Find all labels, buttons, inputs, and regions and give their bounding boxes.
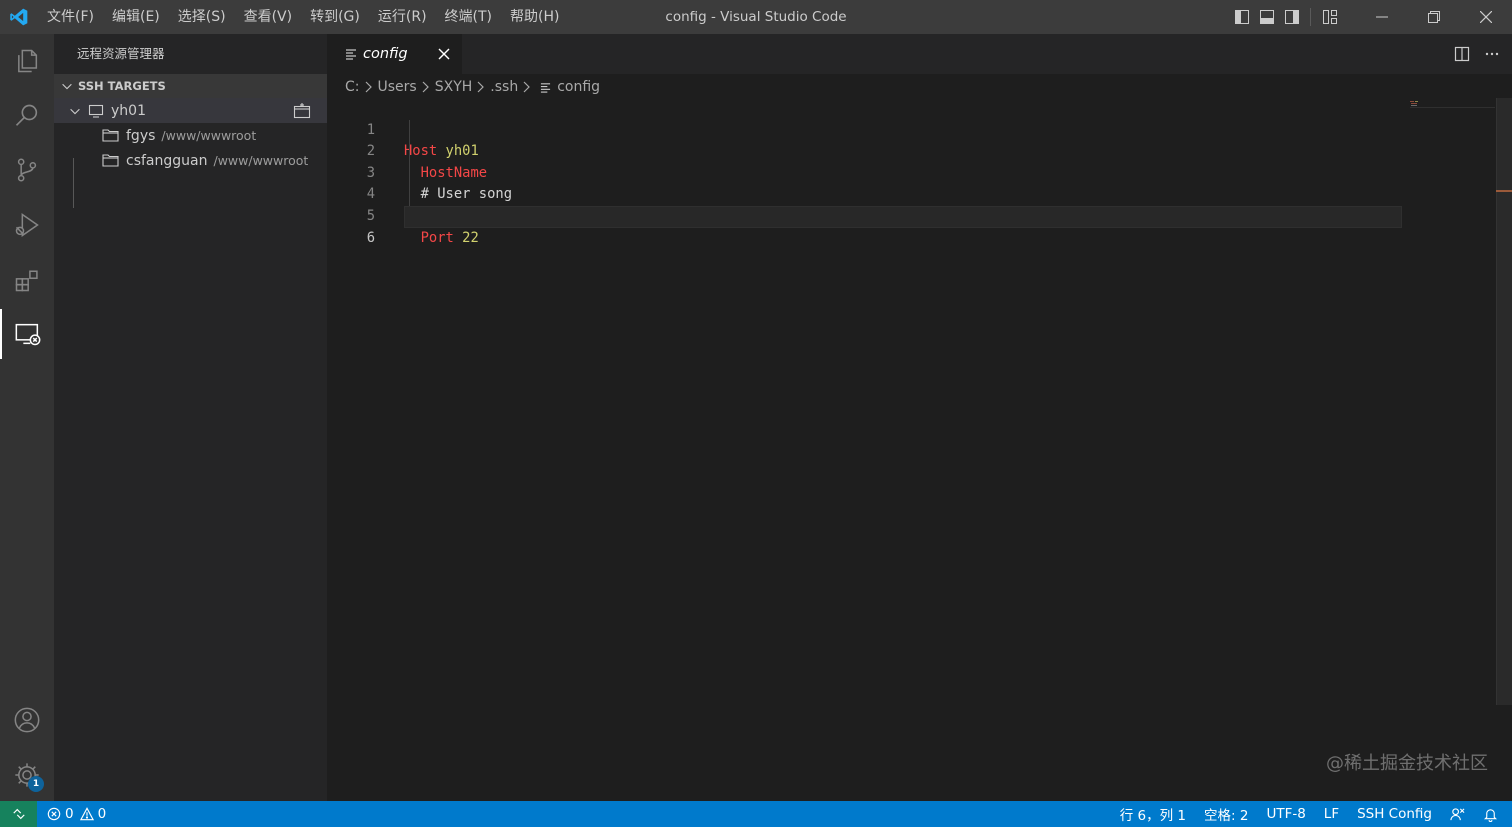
sidebar-remote-explorer: 远程资源管理器 SSH TARGETS yh01 fgys /www/wwwro… [54,34,327,801]
indent-guide [409,120,410,206]
error-count: 0 [65,806,74,822]
warning-count: 0 [97,806,107,822]
ssh-folder-item[interactable]: fgys /www/wwwroot [54,123,327,148]
chevron-right-icon [364,81,374,93]
chevron-down-icon [68,104,82,118]
breadcrumb-item[interactable]: C: [345,79,360,95]
menu-view[interactable]: 查看(V) [235,0,302,34]
code-line: 2 HostName [327,120,1402,181]
warning-icon [79,807,94,821]
menu-selection[interactable]: 选择(S) [169,0,235,34]
chevron-right-icon [421,81,431,93]
file-lines-icon [345,48,357,60]
vertical-scrollbar[interactable] [1496,98,1512,705]
menu-edit[interactable]: 编辑(E) [103,0,169,34]
menu-go[interactable]: 转到(G) [301,0,369,34]
accounts-icon[interactable] [0,695,54,745]
title-bar: 文件(F) 编辑(E) 选择(S) 查看(V) 转到(G) 运行(R) 终端(T… [0,0,1512,34]
folder-path: /www/wwwroot [213,153,309,168]
language-mode[interactable]: SSH Config [1348,806,1441,822]
feedback-icon[interactable] [1441,807,1474,822]
section-ssh-targets[interactable]: SSH TARGETS [54,74,327,98]
file-encoding[interactable]: UTF-8 [1257,806,1314,822]
tab-label: config [363,46,408,62]
customize-layout-icon[interactable] [1317,0,1342,34]
indentation[interactable]: 空格: 2 [1195,804,1257,824]
chevron-right-icon [522,81,532,93]
minimap[interactable] [1407,98,1497,108]
scroll-position-marker [1496,190,1512,192]
minimize-window-icon[interactable] [1356,0,1408,34]
manage-badge: 1 [28,776,44,792]
extensions-icon[interactable] [0,255,54,305]
remote-indicator-icon[interactable] [0,801,37,827]
ssh-folder-item[interactable]: csfangguan /www/wwwroot [54,148,327,173]
folder-path: /www/wwwroot [161,128,257,143]
section-title: SSH TARGETS [78,79,166,93]
breadcrumb-item[interactable]: config [557,79,600,95]
restore-window-icon[interactable] [1408,0,1460,34]
code-editor[interactable]: 1 Host yh01 2 HostName 3 # User song 4 U… [327,98,1512,801]
connect-new-window-icon[interactable] [293,102,311,120]
keyword-token: Port [420,229,454,246]
code-line: 5 Port 22 [327,184,1402,246]
editor-tabs: config [327,34,1512,74]
monitor-icon [88,103,104,119]
menu-help[interactable]: 帮助(H) [501,0,568,34]
menu-run[interactable]: 运行(R) [369,0,436,34]
breadcrumb-item[interactable]: SXYH [435,79,473,95]
chevron-right-icon [476,81,486,93]
breadcrumb-item[interactable]: .ssh [490,79,518,95]
breadcrumb-item[interactable]: Users [378,79,417,95]
remote-explorer-icon[interactable] [0,309,54,359]
explorer-icon[interactable] [0,36,54,86]
error-icon [47,807,61,821]
breadcrumb: C: Users SXYH .ssh config [327,74,1512,100]
folder-label: fgys [126,127,156,144]
cursor-position[interactable]: 行 6，列 1 [1111,804,1195,824]
notifications-bell-icon[interactable] [1474,807,1512,822]
toggle-secondary-sidebar-icon[interactable] [1279,0,1304,34]
menu-terminal[interactable]: 终端(T) [436,0,501,34]
folder-icon [102,128,119,143]
status-bar: 0 0 行 6，列 1 空格: 2 UTF-8 LF SSH Config [0,801,1512,827]
run-debug-icon[interactable] [0,200,54,250]
line-number: 6 [366,229,375,246]
ssh-host-yh01[interactable]: yh01 [54,98,327,123]
value-token: 22 [462,229,479,246]
split-editor-icon[interactable] [1454,46,1470,62]
toggle-primary-sidebar-icon[interactable] [1229,0,1254,34]
tree-indent-guide [73,158,74,208]
end-of-line[interactable]: LF [1315,806,1348,822]
chevron-down-icon [60,79,74,93]
file-lines-icon [540,82,551,93]
host-label: yh01 [111,102,146,119]
code-line: 3 # User song [327,141,1402,203]
search-icon[interactable] [0,91,54,141]
menu-bar: 文件(F) 编辑(E) 选择(S) 查看(V) 转到(G) 运行(R) 终端(T… [38,0,568,34]
problems-status[interactable]: 0 0 [47,806,106,822]
activity-bar: 1 [0,34,54,801]
more-actions-icon[interactable] [1484,46,1500,62]
code-line: 6 [327,206,1402,246]
watermark: @稀土掘金技术社区 [1326,753,1488,774]
tab-config[interactable]: config [327,34,462,74]
close-window-icon[interactable] [1460,0,1512,34]
sidebar-title: 远程资源管理器 [77,46,165,61]
source-control-icon[interactable] [0,145,54,195]
title-separator [1310,8,1311,26]
folder-label: csfangguan [126,152,208,169]
code-line: 4 User root [327,163,1402,224]
toggle-panel-icon[interactable] [1254,0,1279,34]
vscode-logo-icon [0,0,38,34]
close-icon[interactable] [436,46,452,62]
code-line: 1 Host yh01 [327,98,1402,160]
manage-gear-icon[interactable]: 1 [0,750,54,800]
menu-file[interactable]: 文件(F) [38,0,103,34]
folder-icon [102,153,119,168]
